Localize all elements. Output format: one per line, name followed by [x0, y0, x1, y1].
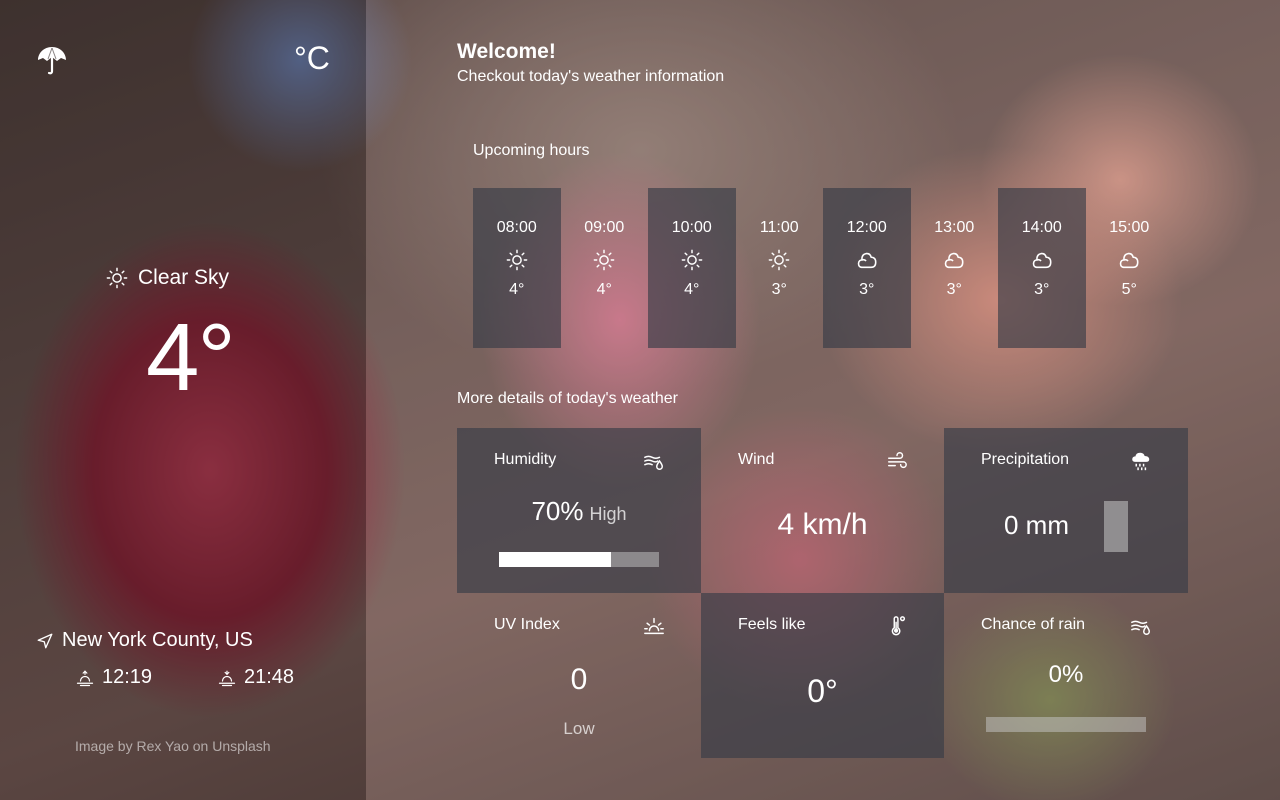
uv-level: Low — [563, 719, 595, 738]
feels-like-value: 0° — [807, 673, 838, 709]
sunrise: 12:19 — [76, 666, 152, 689]
cloud-icon — [1032, 252, 1052, 269]
hour-card: 15:00 5° — [1086, 188, 1174, 348]
wind-tile: Wind 4 km/h — [701, 428, 944, 593]
hour-card: 14:00 3° — [998, 188, 1086, 348]
chance-of-rain-tile: Chance of rain 0% — [944, 593, 1188, 758]
hour-temp: 4° — [509, 281, 525, 298]
tile-title: UV Index — [494, 616, 560, 633]
hour-temp: 3° — [1034, 281, 1050, 298]
hour-card: 11:00 3° — [736, 188, 824, 348]
hour-card: 09:00 4° — [561, 188, 649, 348]
chance-of-rain-bar — [986, 717, 1146, 732]
humidity-bar-fill — [499, 552, 611, 567]
humidity-bar — [499, 552, 659, 567]
humidity-icon — [1131, 620, 1150, 635]
uv-index-tile: UV Index 0 Low — [457, 593, 701, 758]
tile-title: Wind — [738, 451, 775, 468]
uv-sun-icon — [644, 617, 664, 635]
hour-time: 09:00 — [584, 219, 625, 236]
hour-time: 11:00 — [759, 219, 799, 236]
sun-icon — [106, 267, 128, 289]
page-subtitle: Checkout today's weather information — [457, 68, 725, 85]
location-label: New York County, US — [62, 629, 253, 651]
sunset-icon — [218, 670, 236, 686]
feels-like-tile: Feels like 0° — [701, 593, 944, 758]
sunset-time: 21:48 — [244, 666, 295, 688]
humidity-level: High — [589, 504, 627, 524]
details-grid: Humidity 70% High Wind 4 km/h Precipitati… — [457, 428, 1188, 758]
hourly-forecast: 08:00 4° 09:00 4° 10:00 4° 11:00 3° 12:0… — [473, 188, 1173, 348]
hour-temp: 5° — [1121, 281, 1137, 298]
current-condition: Clear Sky — [106, 266, 229, 290]
tile-title: Humidity — [494, 451, 557, 468]
cloud-icon — [857, 252, 877, 269]
sun-icon — [681, 249, 703, 271]
tile-title: Precipitation — [981, 451, 1070, 468]
sun-icon — [768, 249, 790, 271]
cloud-icon — [945, 252, 964, 269]
hour-time: 12:00 — [846, 219, 887, 236]
hour-temp: 4° — [684, 281, 700, 298]
hour-temp: 4° — [596, 281, 612, 298]
wind-icon — [888, 452, 907, 469]
precipitation-value: 0 mm — [1004, 510, 1069, 540]
hour-time: 13:00 — [934, 219, 975, 236]
hour-time: 08:00 — [496, 219, 537, 236]
humidity-value: 70% — [531, 496, 584, 526]
hour-card: 13:00 3° — [911, 188, 999, 348]
sunrise-time: 12:19 — [102, 666, 153, 688]
cloud-icon — [1120, 252, 1139, 269]
hour-card: 10:00 4° — [648, 188, 736, 348]
hour-time: 15:00 — [1109, 219, 1150, 236]
details-heading: More details of today's weather — [457, 390, 678, 407]
sun-icon — [506, 249, 528, 271]
hour-time: 10:00 — [671, 219, 712, 236]
hour-temp: 3° — [946, 281, 962, 298]
location-arrow-icon — [37, 633, 53, 648]
page-title: Welcome! — [457, 40, 556, 63]
image-credit-link[interactable]: Image by Rex Yao on Unsplash — [75, 738, 271, 754]
unit-toggle-button[interactable]: °C — [294, 40, 330, 77]
hour-card: 08:00 4° — [473, 188, 561, 348]
hour-temp: 3° — [859, 281, 875, 298]
tile-title: Chance of rain — [981, 616, 1086, 633]
precipitation-gauge — [1104, 501, 1128, 552]
tile-title: Feels like — [738, 616, 806, 633]
rain-cloud-icon — [1132, 452, 1150, 471]
humidity-icon — [644, 455, 663, 470]
umbrella-logo-icon[interactable] — [36, 44, 68, 76]
condition-label: Clear Sky — [138, 266, 230, 289]
hour-card: 12:00 3° — [823, 188, 911, 348]
humidity-tile: Humidity 70% High — [457, 428, 701, 593]
thermometer-icon — [891, 616, 906, 636]
location: New York County, US — [36, 629, 253, 652]
sunrise-icon — [76, 669, 94, 686]
hour-temp: 3° — [771, 281, 787, 298]
sunset: 21:48 — [218, 666, 294, 689]
current-temperature: 4° — [146, 304, 236, 411]
hour-time: 14:00 — [1021, 219, 1062, 236]
wind-value: 4 km/h — [777, 508, 868, 541]
chance-of-rain-value: 0% — [1048, 661, 1084, 688]
precipitation-tile: Precipitation 0 mm — [944, 428, 1188, 593]
uv-value: 0 — [570, 663, 588, 696]
humidity-value-row: 70% High — [457, 496, 701, 527]
upcoming-hours-heading: Upcoming hours — [473, 142, 590, 159]
sun-icon — [593, 249, 615, 271]
